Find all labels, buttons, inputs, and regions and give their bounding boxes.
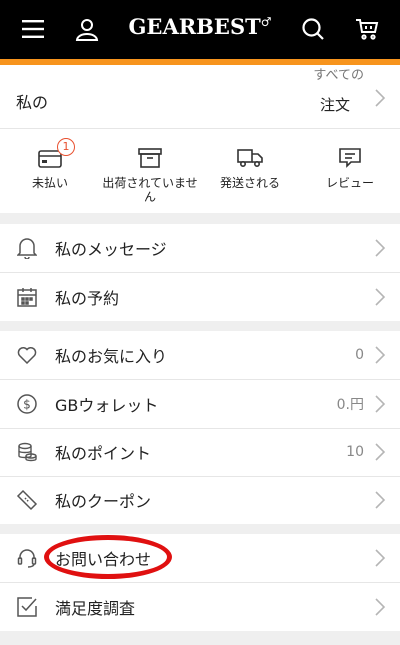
chevron-right-icon: [375, 549, 386, 567]
chevron-right-icon: [375, 346, 386, 364]
menu-row-coupons[interactable]: 私のクーポン: [0, 476, 400, 524]
row-label: 私のクーポン: [55, 492, 152, 511]
order-status-label: 出荷されていません: [102, 176, 198, 204]
brand-logo[interactable]: GEARBEST♂: [0, 14, 400, 39]
chevron-right-icon: [375, 443, 386, 461]
coupon-icon: [16, 489, 38, 511]
order-status-label: 未払い: [31, 176, 68, 190]
order-status-review[interactable]: レビュー: [300, 140, 400, 190]
order-status-unpaid[interactable]: 1 未払い: [0, 138, 100, 190]
checkbox-icon: [16, 596, 38, 618]
menu-row-survey[interactable]: 満足度調査: [0, 583, 400, 631]
menu-row-contact-us[interactable]: お問い合わせ: [0, 534, 400, 582]
chevron-right-icon: [375, 598, 386, 616]
calendar-icon: [16, 286, 38, 308]
order-status-unshipped[interactable]: 出荷されていません: [100, 140, 200, 204]
all-orders-label-line2: 注文: [319, 96, 350, 114]
row-label: 満足度調査: [55, 599, 136, 618]
menu-row-wallet[interactable]: $ GBウォレット 0.円: [0, 380, 400, 428]
row-label: 私のメッセージ: [55, 240, 167, 259]
row-label: GBウォレット: [55, 396, 159, 415]
box-icon: [137, 146, 163, 170]
divider: [0, 128, 400, 129]
chevron-right-icon: [375, 491, 386, 509]
heart-icon: [16, 344, 38, 366]
orders-title: 私の: [16, 93, 49, 112]
dollar-icon: $: [16, 393, 38, 415]
cart-icon[interactable]: [350, 12, 384, 46]
row-label: 私のポイント: [55, 444, 152, 463]
all-orders-label-line1: すべての: [313, 68, 364, 83]
menu-row-reservations[interactable]: 私の予約: [0, 273, 400, 321]
row-label: 私のお気に入り: [55, 347, 168, 366]
menu-row-points[interactable]: 私のポイント 10: [0, 428, 400, 476]
brand-name: GEARBEST: [128, 14, 261, 39]
chevron-right-icon: [375, 395, 386, 413]
chevron-right-icon: [375, 239, 386, 257]
card-icon: 1: [37, 138, 75, 170]
bell-icon: [16, 237, 38, 259]
chevron-right-icon: [375, 89, 386, 107]
favorites-count: 0: [355, 347, 364, 363]
headset-icon: [16, 547, 38, 569]
unpaid-count-badge: 1: [57, 138, 75, 156]
top-bar: GEARBEST♂: [0, 0, 400, 59]
review-icon: [337, 146, 363, 170]
brand-mark: ♂: [260, 15, 272, 29]
order-status-label: レビュー: [325, 176, 374, 190]
svg-text:$: $: [23, 398, 31, 412]
search-icon[interactable]: [296, 12, 330, 46]
menu-row-favorites[interactable]: 私のお気に入り 0: [0, 331, 400, 379]
truck-icon: [237, 146, 263, 170]
menu-row-messages[interactable]: 私のメッセージ: [0, 224, 400, 272]
row-label: 私の予約: [55, 289, 120, 308]
chevron-right-icon: [375, 288, 386, 306]
order-status-shipped[interactable]: 発送される: [200, 140, 300, 190]
order-status-label: 発送される: [219, 176, 280, 190]
wallet-balance: 0.円: [336, 397, 364, 413]
coins-icon: [16, 441, 38, 463]
row-label: お問い合わせ: [55, 550, 152, 569]
points-count: 10: [346, 444, 364, 460]
